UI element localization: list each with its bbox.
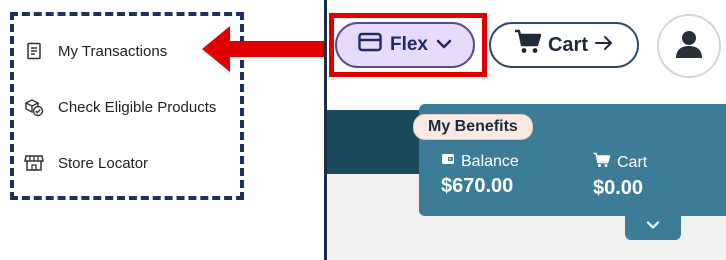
shopping-cart-small-icon [593,152,611,173]
cart-stat-value: $0.00 [593,177,644,199]
store-icon [24,153,44,173]
my-benefits-tab[interactable]: My Benefits [413,114,533,140]
shopping-cart-icon [514,29,542,61]
chevron-down-icon [646,217,660,235]
menu-item-check-eligible-products[interactable]: Check Eligible Products [24,97,216,117]
cart-button[interactable]: Cart [489,22,639,68]
menu-item-label: Check Eligible Products [58,98,217,116]
receipt-icon [24,41,44,61]
menu-item-label: Store Locator [58,154,149,172]
cart-label: Cart [547,33,588,56]
user-avatar-button[interactable] [657,14,721,78]
user-icon [675,29,703,64]
menu-item-my-transactions[interactable]: My Transactions [24,41,167,61]
menu-item-label: My Transactions [58,42,168,60]
app-panel: Flex Cart My Benefits Balance $670.00 Ca… [324,0,726,260]
wallet-icon [441,152,455,171]
cart-stat: Cart $0.00 [593,152,647,200]
menu-item-store-locator[interactable]: Store Locator [24,153,148,173]
balance-label: Balance [461,152,519,170]
flex-highlight-box [329,13,487,77]
balance-value: $670.00 [441,175,514,197]
balance-stat: Balance $670.00 [441,152,519,198]
expand-benefits-button[interactable] [625,212,681,240]
products-check-icon [24,97,44,117]
red-arrow-icon [202,26,326,72]
cart-stat-label: Cart [617,153,648,171]
arrow-right-icon [594,34,614,57]
